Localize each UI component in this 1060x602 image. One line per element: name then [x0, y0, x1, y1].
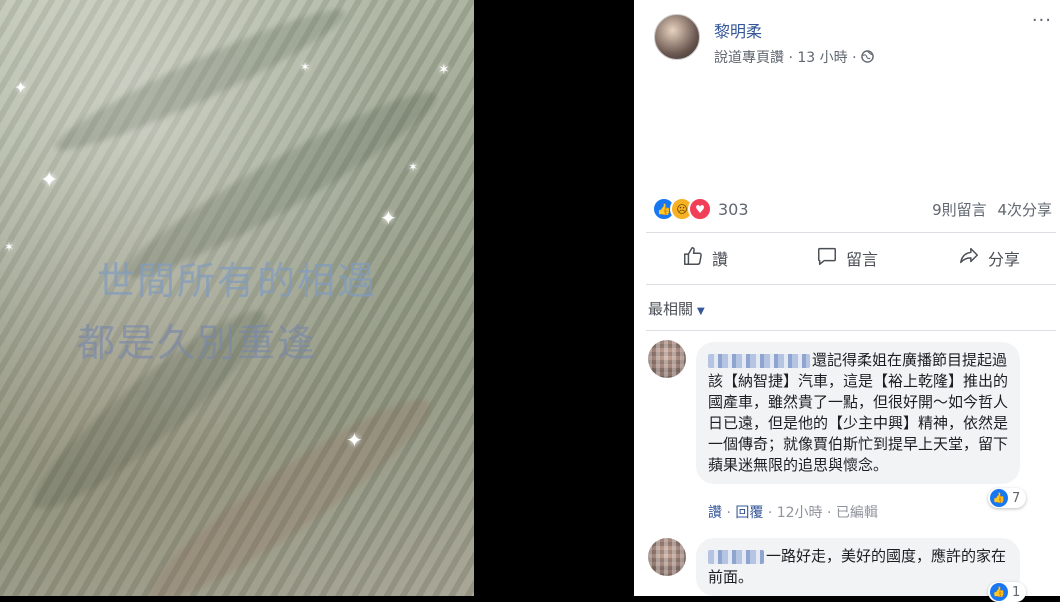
post-actions: 讚 留言 分享 [634, 240, 1060, 276]
post-meta: 說道專頁讚 · 13 小時 · [714, 47, 874, 67]
sparkle-icon: ✶ [300, 60, 311, 74]
comments-count-link[interactable]: 9則留言 [932, 201, 987, 219]
thumbs-up-icon [682, 245, 704, 271]
like-badge-icon: 👍 [990, 583, 1008, 601]
post-stats: 9則留言 4次分享 [926, 199, 1052, 220]
photo-text-line1: 世間所有的相遇 [96, 259, 377, 303]
sparkle-icon: ✦ [346, 428, 363, 452]
comment-edited[interactable]: 已編輯 [836, 505, 878, 521]
like-badge-icon: 👍 [990, 489, 1008, 507]
author-name[interactable]: 黎明柔 [714, 18, 762, 42]
sparkle-icon: ✦ [380, 206, 397, 230]
comment-button[interactable]: 留言 [776, 240, 918, 276]
sparkle-icon: ✶ [438, 62, 450, 78]
comment-time[interactable]: 12小時 [777, 505, 823, 521]
share-button[interactable]: 分享 [918, 240, 1060, 276]
comment-reply-link[interactable]: 回覆 [735, 505, 763, 521]
comment-label: 留言 [845, 250, 878, 269]
comment-actions: 讚 · 回覆 · 12小時 · 已編輯 [708, 505, 878, 521]
post-side-panel: 黎明柔 說道專頁讚 · 13 小時 · ··· 👍 ☹ ♥ 303 9則留言 4… [634, 0, 1060, 602]
comment-bubble: 還記得柔姐在廣播節目提起過該【納智捷】汽車，這是【裕上乾隆】推出的國產車，雖然貴… [696, 342, 1020, 484]
sparkle-icon: ✦ [14, 78, 28, 97]
commenter-avatar[interactable] [648, 538, 686, 576]
comment-likes-count: 1 [1012, 584, 1021, 600]
divider [646, 330, 1056, 331]
comment-icon [816, 245, 838, 271]
commenter-name-blurred[interactable] [708, 549, 764, 564]
share-icon [958, 245, 980, 271]
like-label: 讚 [711, 250, 728, 269]
reaction-count: 303 [718, 199, 749, 219]
post-meta-text: 說道專頁讚 · 13 小時 · [714, 50, 861, 66]
comment-like-link[interactable]: 讚 [708, 505, 722, 521]
comment-sort-dropdown[interactable]: 最相關 ▼ [648, 298, 705, 319]
share-label: 分享 [987, 250, 1020, 269]
shares-count-link[interactable]: 4次分享 [997, 201, 1052, 219]
comment-bubble: 一路好走，美好的國度，應許的家在前面。 [696, 538, 1020, 596]
love-reaction-icon: ♥ [688, 197, 712, 221]
photo-text-line2: 都是久別重逢 [76, 321, 317, 365]
commenter-name-blurred[interactable] [708, 353, 810, 368]
globe-icon [861, 50, 874, 66]
commenter-avatar[interactable] [648, 340, 686, 378]
like-button[interactable]: 讚 [634, 240, 776, 276]
sparkle-icon: ✦ [40, 168, 59, 193]
comment-likes-badge[interactable]: 👍 1 [988, 582, 1027, 602]
more-options-icon[interactable]: ··· [1032, 10, 1052, 31]
comment-text: 還記得柔姐在廣播節目提起過該【納智捷】汽車，這是【裕上乾隆】推出的國產車，雖然貴… [708, 351, 1009, 474]
divider [646, 284, 1056, 285]
photo-letterbox [474, 0, 634, 596]
reaction-summary[interactable]: 👍 ☹ ♥ 303 [652, 197, 749, 221]
author-avatar[interactable] [654, 14, 700, 60]
caret-down-icon: ▼ [697, 306, 705, 317]
comment-likes-badge[interactable]: 👍 7 [988, 488, 1027, 508]
divider [646, 232, 1056, 233]
sparkle-icon: ✶ [408, 160, 419, 174]
sort-label: 最相關 [648, 300, 694, 318]
comment-likes-count: 7 [1012, 490, 1021, 506]
post-photo[interactable]: ✦ ✦ ✦ ✶ ✶ ✶ ✦ ✶ 世間所有的相遇 都是久別重逢 [0, 0, 474, 596]
